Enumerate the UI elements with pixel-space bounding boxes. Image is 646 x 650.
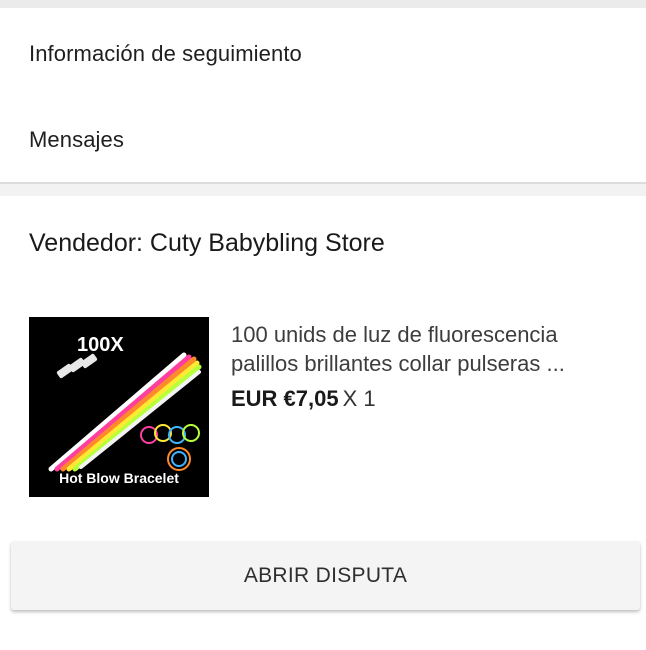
section-gap <box>0 184 646 196</box>
tracking-info-link[interactable]: Información de seguimiento <box>29 41 302 67</box>
order-item-card: Vendedor: Cuty Babybling Store 100X Hot … <box>0 196 646 650</box>
quantity-value: X 1 <box>342 386 376 411</box>
open-dispute-button[interactable]: ABRIR DISPUTA <box>11 541 640 610</box>
product-title-line2: palillos brillantes collar pulseras ... <box>231 351 565 376</box>
product-title-line1: 100 unids de luz de fluorescencia <box>231 322 558 347</box>
product-price: EUR €7,05 X 1 <box>231 386 376 412</box>
image-text-bottom: Hot Blow Bracelet <box>59 470 179 486</box>
seller-name[interactable]: Vendedor: Cuty Babybling Store <box>29 229 385 258</box>
product-thumbnail[interactable]: 100X Hot Blow Bracelet <box>29 317 209 497</box>
price-value: EUR €7,05 <box>231 386 339 411</box>
order-links-card: Información de seguimiento Mensajes <box>0 8 646 184</box>
image-text-top: 100X <box>77 334 124 356</box>
messages-link[interactable]: Mensajes <box>29 127 124 153</box>
top-divider <box>0 0 646 8</box>
product-image: 100X Hot Blow Bracelet <box>29 317 209 497</box>
product-title[interactable]: 100 unids de luz de fluorescencia palill… <box>231 320 626 378</box>
